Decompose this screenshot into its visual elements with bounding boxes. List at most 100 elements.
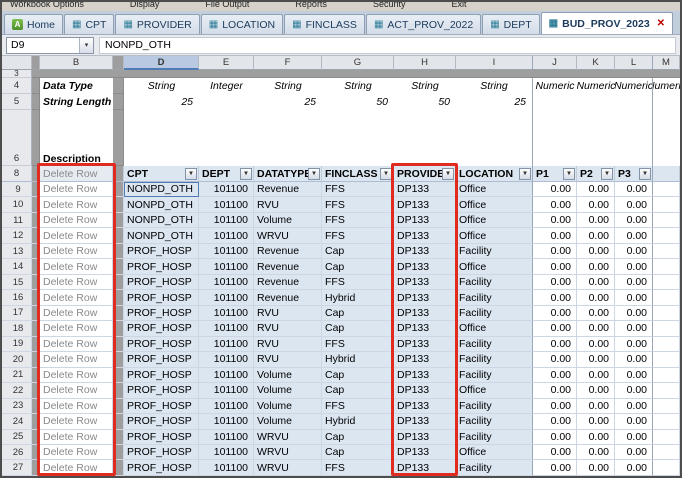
cell-cpt[interactable]: PROF_HOSP (124, 414, 199, 429)
cell-empty[interactable] (653, 321, 680, 336)
cell-p3[interactable]: 0.00 (615, 383, 653, 398)
row-number[interactable]: 15 (2, 275, 32, 290)
cell-location[interactable]: Office (456, 259, 533, 274)
cell-location[interactable]: Office (456, 213, 533, 228)
cell-p2[interactable]: 0.00 (577, 321, 615, 336)
cell-provider[interactable]: DP133 (394, 228, 456, 243)
cell-p3[interactable]: 0.00 (615, 321, 653, 336)
cell-provider[interactable]: DP133 (394, 399, 456, 414)
row-number[interactable]: 18 (2, 321, 32, 336)
cell-cpt[interactable]: PROF_HOSP (124, 321, 199, 336)
cell-dept[interactable]: 101100 (199, 414, 254, 429)
row-number[interactable]: 12 (2, 228, 32, 243)
cell-cpt[interactable]: PROF_HOSP (124, 259, 199, 274)
cell-cpt[interactable]: NONPD_OTH (124, 182, 199, 197)
cell-p3[interactable]: 0.00 (615, 306, 653, 321)
delete-row-button[interactable]: Delete Row (40, 430, 113, 445)
cell-p1[interactable]: 0.00 (533, 182, 577, 197)
cell-datatype[interactable]: WRVU (254, 430, 322, 445)
delete-row-button[interactable]: Delete Row (40, 197, 113, 212)
column-header-letter-f[interactable]: F (254, 56, 322, 70)
cell-dept[interactable]: 101100 (199, 352, 254, 367)
cell-datatype[interactable]: WRVU (254, 445, 322, 460)
cell-empty[interactable] (653, 244, 680, 259)
sheet-tab-bud_prov_2023[interactable]: ▦BUD_PROV_2023✕ (541, 12, 673, 34)
cell-provider[interactable]: DP133 (394, 244, 456, 259)
select-all-corner[interactable] (2, 56, 32, 70)
column-header-location[interactable]: LOCATION ▾ (456, 166, 533, 182)
cell-p1[interactable]: 0.00 (533, 321, 577, 336)
sheet-tab-dept[interactable]: ▦DEPT (482, 14, 539, 34)
row-number[interactable]: 5 (2, 94, 32, 110)
cell-empty[interactable] (653, 352, 680, 367)
delete-row-button[interactable]: Delete Row (40, 383, 113, 398)
hidden-column-a[interactable] (32, 244, 40, 259)
cell-cpt[interactable]: NONPD_OTH (124, 213, 199, 228)
cell-dept[interactable]: 101100 (199, 445, 254, 460)
cell-finclass[interactable]: FFS (322, 399, 394, 414)
cell-datatype[interactable]: Volume (254, 383, 322, 398)
cell-location[interactable]: Facility (456, 430, 533, 445)
cell-p1[interactable]: 0.00 (533, 290, 577, 305)
column-header-finclass[interactable]: FINCLASS ▾ (322, 166, 394, 182)
cell-p2[interactable]: 0.00 (577, 290, 615, 305)
cell-cpt[interactable]: PROF_HOSP (124, 368, 199, 383)
filter-dropdown-icon[interactable]: ▾ (601, 168, 613, 180)
sheet-tab-provider[interactable]: ▦PROVIDER (115, 14, 199, 34)
sheet-tab-home[interactable]: AHome (4, 14, 63, 34)
delete-row-button[interactable]: Delete Row (40, 368, 113, 383)
hidden-column-c[interactable] (113, 430, 124, 445)
hidden-column-c[interactable] (113, 275, 124, 290)
hidden-rows-strip[interactable] (32, 70, 680, 78)
cell-p3[interactable]: 0.00 (615, 399, 653, 414)
row-number[interactable]: 16 (2, 290, 32, 305)
cell-dept[interactable]: 101100 (199, 244, 254, 259)
cell-p2[interactable]: 0.00 (577, 368, 615, 383)
hidden-column-c[interactable] (113, 383, 124, 398)
cell-finclass[interactable]: Cap (322, 445, 394, 460)
cell-dept[interactable]: 101100 (199, 383, 254, 398)
hidden-column-c[interactable] (113, 460, 124, 475)
filter-dropdown-icon[interactable]: ▾ (519, 168, 531, 180)
cell-dept[interactable]: 101100 (199, 306, 254, 321)
row-number[interactable]: 25 (2, 430, 32, 445)
hidden-column-a[interactable] (32, 290, 40, 305)
menu-item[interactable]: File Output (205, 2, 249, 11)
cell-p2[interactable]: 0.00 (577, 275, 615, 290)
cell-provider[interactable]: DP133 (394, 321, 456, 336)
hidden-column-c[interactable] (113, 399, 124, 414)
cell-dept[interactable]: 101100 (199, 399, 254, 414)
hidden-column-c[interactable] (113, 352, 124, 367)
cell-empty[interactable] (653, 368, 680, 383)
hidden-column-a[interactable] (32, 259, 40, 274)
filter-dropdown-icon[interactable]: ▾ (308, 168, 320, 180)
cell-empty[interactable] (653, 430, 680, 445)
hidden-column-a[interactable] (32, 352, 40, 367)
cell-p1[interactable]: 0.00 (533, 383, 577, 398)
filter-dropdown-icon[interactable]: ▾ (240, 168, 252, 180)
hidden-column-a[interactable] (32, 197, 40, 212)
cell-location[interactable]: Facility (456, 275, 533, 290)
cell-dept[interactable]: 101100 (199, 259, 254, 274)
cell-finclass[interactable]: FFS (322, 337, 394, 352)
cell-location[interactable]: Facility (456, 368, 533, 383)
cell-datatype[interactable]: RVU (254, 352, 322, 367)
row-number[interactable]: 4 (2, 78, 32, 94)
cell-p3[interactable]: 0.00 (615, 445, 653, 460)
cell-empty[interactable] (653, 290, 680, 305)
column-header-p3[interactable]: P3 ▾ (615, 166, 653, 182)
cell-location[interactable]: Facility (456, 399, 533, 414)
cell-p2[interactable]: 0.00 (577, 244, 615, 259)
hidden-column-c[interactable] (113, 445, 124, 460)
cell-provider[interactable]: DP133 (394, 352, 456, 367)
row-number[interactable]: 6 (2, 110, 32, 166)
hidden-column-c[interactable] (113, 78, 124, 94)
cell-location[interactable]: Facility (456, 290, 533, 305)
cell-p3[interactable]: 0.00 (615, 337, 653, 352)
cell-location[interactable]: Office (456, 197, 533, 212)
cell-p3[interactable]: 0.00 (615, 244, 653, 259)
cell-location[interactable]: Facility (456, 414, 533, 429)
cell-location[interactable]: Office (456, 383, 533, 398)
cell-finclass[interactable]: FFS (322, 460, 394, 475)
cell-p2[interactable]: 0.00 (577, 430, 615, 445)
